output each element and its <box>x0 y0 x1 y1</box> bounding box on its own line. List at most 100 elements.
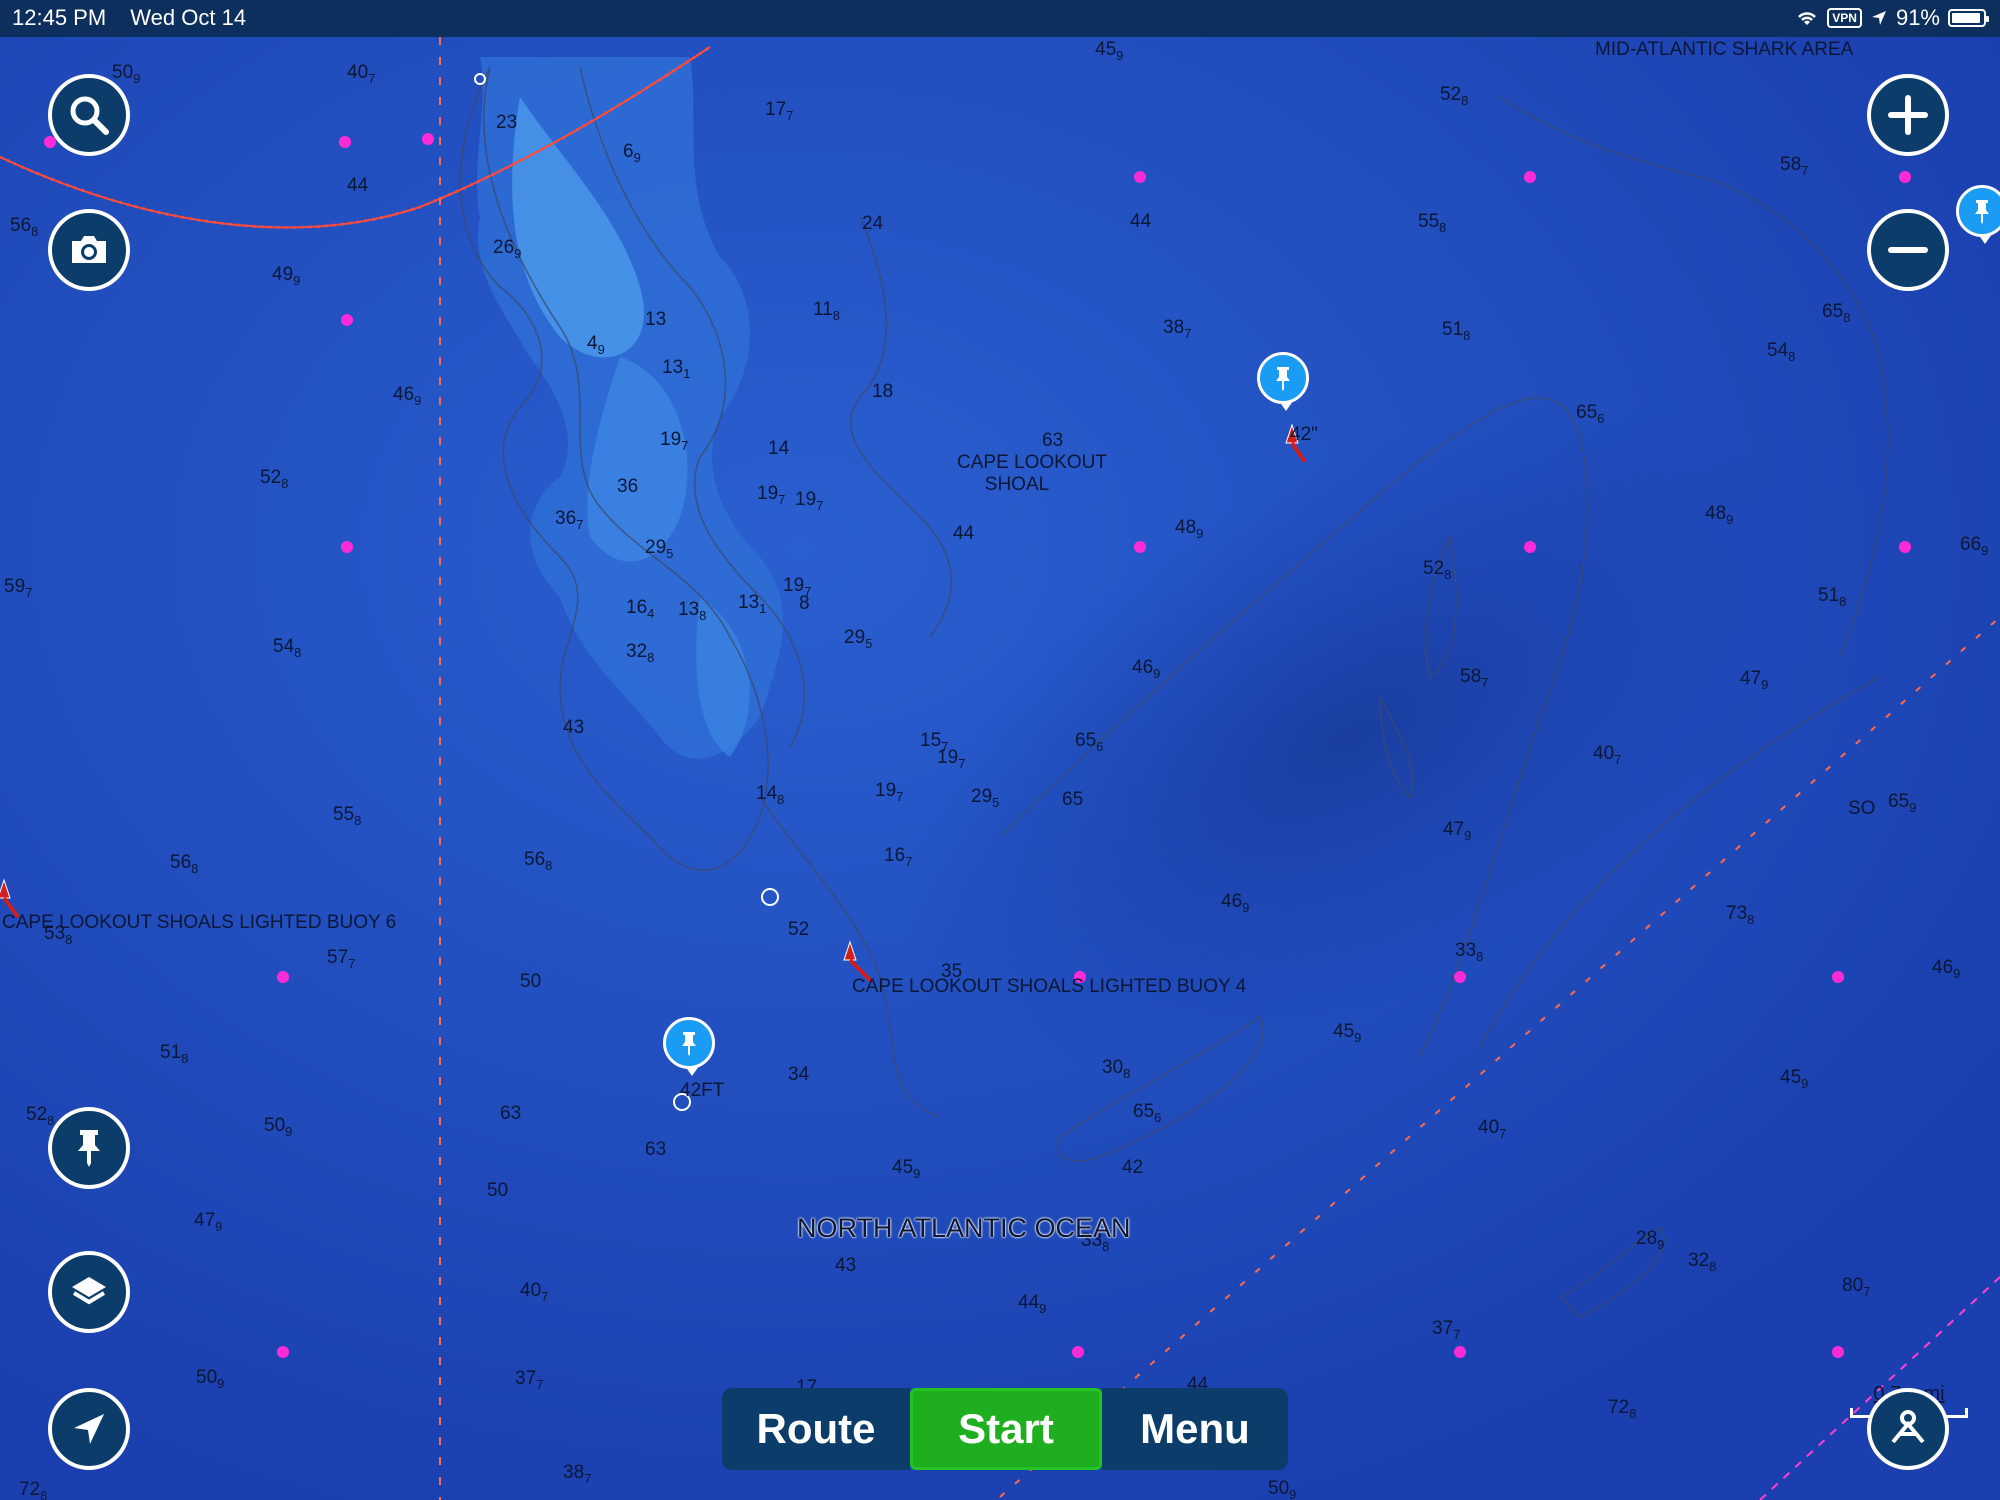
pushpin-icon <box>1276 367 1290 391</box>
waypoint-pin-1[interactable] <box>663 1017 715 1076</box>
depth-sounding: 548 <box>273 636 302 660</box>
depth-sounding: 387 <box>563 1462 592 1486</box>
chart-app: 12:45 PM Wed Oct 14 VPN 91% 509 407 23 1… <box>0 0 2000 1500</box>
depth-sounding: 367 <box>555 508 584 532</box>
depth-sounding: 728 <box>19 1479 47 1500</box>
location-services-icon <box>1871 11 1886 25</box>
locate-button[interactable] <box>48 1388 130 1470</box>
depth-sounding-fraction: 9 <box>414 393 422 408</box>
depth-sounding: 138 <box>678 599 707 623</box>
profile-button[interactable] <box>1867 1388 1949 1470</box>
depth-sounding-fraction: 7 <box>1499 1126 1507 1141</box>
depth-sounding: 36 <box>617 476 639 497</box>
depth-sounding-fraction: 9 <box>1289 1487 1297 1500</box>
depth-sounding: 377 <box>1432 1318 1461 1342</box>
depth-sounding: 197 <box>875 780 904 804</box>
depth-sounding: 728 <box>1608 1397 1637 1421</box>
buoy4-label[interactable]: CAPE LOOKOUT SHOALS LIGHTED BUOY 4 <box>852 976 1246 998</box>
so-label: SO <box>1848 798 1876 819</box>
depth-sounding: 459 <box>1095 39 1124 63</box>
waypoint-pin-3[interactable] <box>1956 185 2000 244</box>
depth-sounding: 656 <box>1576 402 1605 426</box>
depth-sounding-fraction: 8 <box>1788 349 1796 364</box>
depth-sounding-fraction: 9 <box>633 150 641 165</box>
depth-sounding-fraction: 8 <box>191 861 199 876</box>
depth-sounding-fraction: 9 <box>597 342 605 357</box>
depth-sounding-fraction: 8 <box>1709 1259 1717 1274</box>
depth-sounding: 18 <box>872 381 894 402</box>
depth-sounding: 167 <box>884 845 913 869</box>
waypoint-button[interactable] <box>48 1107 130 1189</box>
buoy6-label[interactable]: CAPE LOOKOUT SHOALS LIGHTED BUOY 6 <box>2 912 396 934</box>
layers-button[interactable] <box>48 1251 130 1333</box>
depth-sounding-fraction: 7 <box>1481 675 1489 690</box>
depth-sounding-fraction: 7 <box>1453 1327 1461 1342</box>
depth-sounding: 407 <box>1593 743 1622 767</box>
depth-sounding-fraction: 8 <box>699 608 707 623</box>
depth-sounding-fraction: 7 <box>1863 1284 1871 1299</box>
depth-sounding: 44 <box>953 523 975 544</box>
depth-sounding-fraction: 8 <box>1439 220 1447 235</box>
nautical-chart[interactable]: 509 407 23 177 69 459 528 587 44 568 269 24 44 558 499… <box>0 37 2000 1500</box>
depth-sounding: 338 <box>1455 940 1484 964</box>
depth-sounding-fraction: 8 <box>1476 949 1484 964</box>
depth-sounding-fraction: 8 <box>832 308 840 323</box>
depth-sounding: 177 <box>765 99 794 123</box>
depth-sounding-fraction: 9 <box>1116 48 1124 63</box>
depth-sounding-fraction: 9 <box>1039 1301 1047 1316</box>
depth-sounding-fraction: 9 <box>1196 526 1204 541</box>
depth-sounding: 23 <box>496 112 518 133</box>
depth-sounding-fraction: 7 <box>576 517 584 532</box>
depth-sounding: 509 <box>1268 1478 1297 1500</box>
depth-sounding-fraction: 7 <box>1801 163 1809 178</box>
battery-icon <box>1948 9 1989 27</box>
chart-background <box>0 37 2000 1500</box>
plus-icon <box>1888 95 1928 135</box>
camera-button[interactable] <box>48 209 130 291</box>
depth-sounding-fraction: 8 <box>777 792 785 807</box>
depth-sounding: 407 <box>1478 1117 1507 1141</box>
start-button[interactable]: Start <box>910 1388 1102 1470</box>
depth-sounding-fraction: 8 <box>294 645 302 660</box>
waypoint-pin-2[interactable] <box>1257 352 1309 411</box>
depth-sounding-fraction: 9 <box>1801 1076 1809 1091</box>
depth-sounding-fraction: 7 <box>368 71 376 86</box>
depth-sounding-fraction: 6 <box>1597 411 1605 426</box>
depth-sounding-fraction: 9 <box>1726 512 1734 527</box>
menu-button[interactable]: Menu <box>1102 1388 1288 1470</box>
depth-sounding-fraction: 6 <box>1154 1110 1162 1125</box>
depth-sounding-fraction: 8 <box>31 224 39 239</box>
depth-sounding-fraction: 9 <box>1464 828 1472 843</box>
depth-sounding-fraction: 7 <box>681 438 689 453</box>
depth-sounding-fraction: 7 <box>778 492 786 507</box>
depth-sounding: 518 <box>1818 585 1847 609</box>
route-button[interactable]: Route <box>722 1388 910 1470</box>
depth-sounding: 377 <box>515 1368 544 1392</box>
depth-sounding: 459 <box>892 1157 921 1181</box>
depth-sounding: 528 <box>1423 558 1452 582</box>
status-bar: 12:45 PM Wed Oct 14 VPN 91% <box>0 0 2000 37</box>
depth-sounding-fraction: 9 <box>1909 800 1917 815</box>
depth-sounding: 597 <box>4 576 33 600</box>
camera-icon <box>72 236 106 263</box>
wifi-icon <box>1798 12 1817 25</box>
depth-sounding-fraction: 8 <box>1461 93 1469 108</box>
depth-sounding: 328 <box>1688 1250 1717 1274</box>
depth-sounding-fraction: 5 <box>992 795 1000 810</box>
depth-sounding: 387 <box>1163 317 1192 341</box>
depth-sounding: 131 <box>662 357 691 381</box>
depth-sounding-fraction: 9 <box>133 71 141 86</box>
ocean-label: NORTH ATLANTIC OCEAN <box>797 1213 1131 1243</box>
zoom-in-button[interactable] <box>1867 74 1949 156</box>
search-button[interactable] <box>48 74 130 156</box>
zoom-out-button[interactable] <box>1867 209 1949 291</box>
minus-icon <box>1888 247 1928 253</box>
depth-sounding-fraction: 1 <box>759 601 767 616</box>
depth-sounding: 43 <box>563 717 585 738</box>
magnifier-icon <box>70 96 109 135</box>
depth-sounding-fraction: 7 <box>536 1377 544 1392</box>
depth-sounding: 499 <box>272 264 301 288</box>
depth-sounding: 63 <box>1042 430 1064 451</box>
depth-sounding: 50 <box>487 1180 509 1201</box>
depth-sounding-fraction: 7 <box>584 1471 592 1486</box>
